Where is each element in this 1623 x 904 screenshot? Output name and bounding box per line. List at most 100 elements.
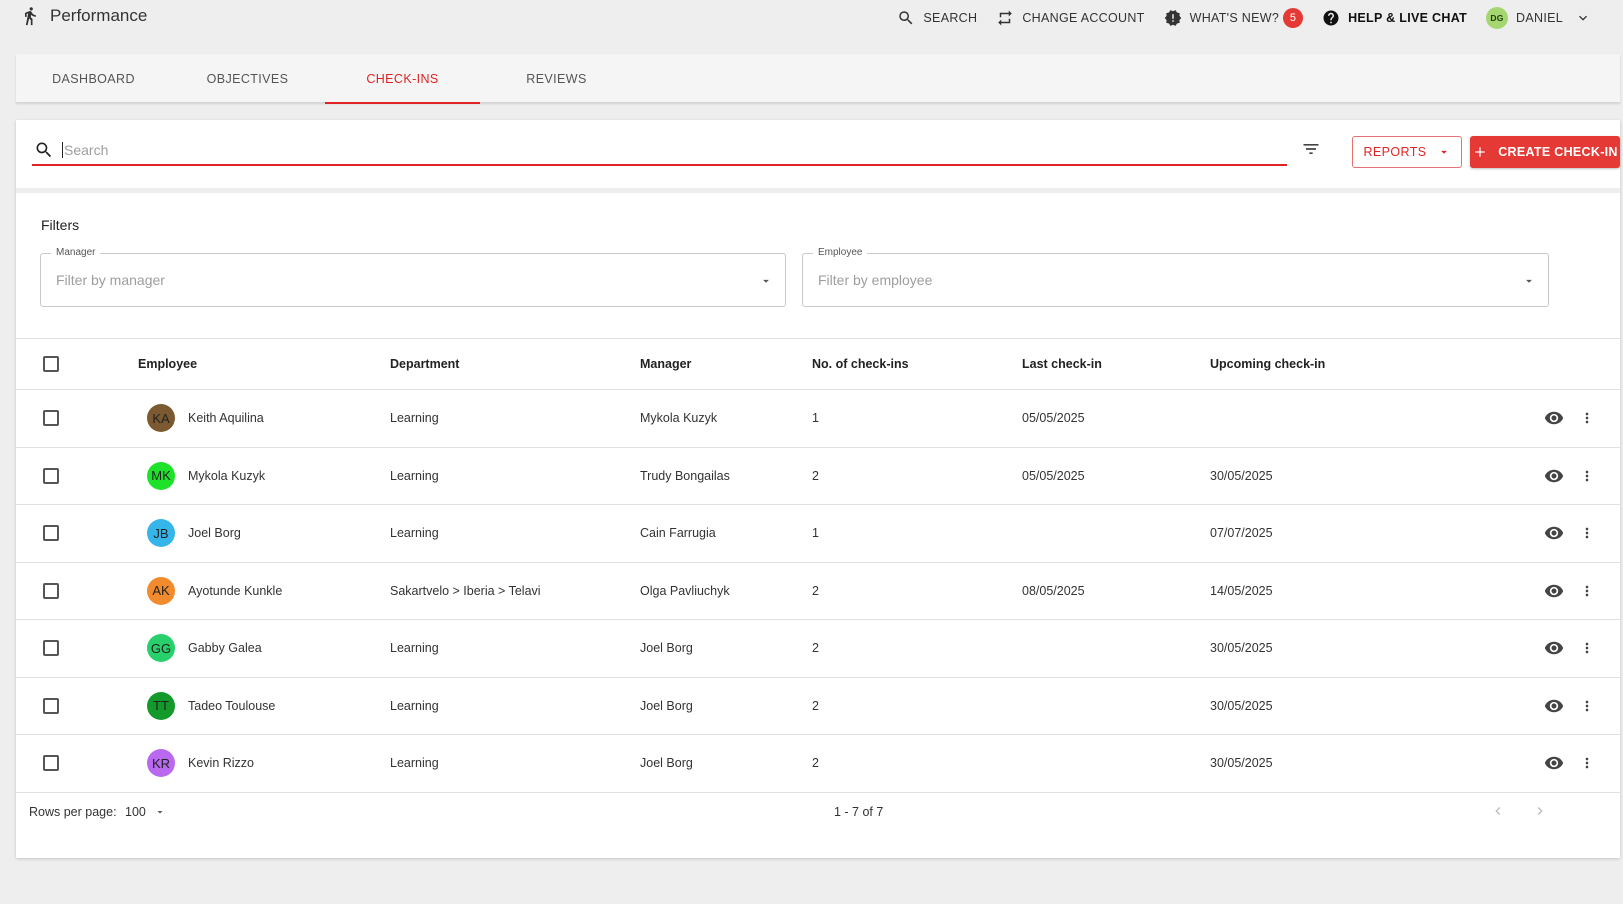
department-cell: Learning <box>390 641 439 656</box>
user-name: DANIEL <box>1516 11 1563 25</box>
table-row[interactable]: MK Mykola Kuzyk Learning Trudy Bongailas 2 05… <box>16 448 1620 505</box>
check-ins-table: Employee Department Manager No. of check… <box>16 338 1620 793</box>
table-row[interactable]: TT Tadeo Toulouse Learning Joel Borg 2 30/05/… <box>16 678 1620 735</box>
previous-page-button[interactable] <box>1488 801 1508 821</box>
search-input[interactable] <box>62 141 1262 158</box>
app-title-text: Performance <box>50 6 148 25</box>
employee-avatar: TT <box>147 691 175 720</box>
upcoming-check-in-cell: 30/05/2025 <box>1210 756 1273 771</box>
help-live-chat-button[interactable]: HELP & LIVE CHAT <box>1322 9 1467 27</box>
help-icon <box>1323 10 1339 26</box>
top-search-button[interactable]: SEARCH <box>897 9 977 27</box>
tab-check-ins[interactable]: CHECK-INS <box>325 54 480 104</box>
more-actions-button[interactable] <box>1578 580 1596 602</box>
user-avatar: DG <box>1486 7 1509 29</box>
row-checkbox[interactable] <box>43 525 59 542</box>
swap-arrows-icon <box>998 10 1013 26</box>
search-field <box>32 135 1287 166</box>
next-page-button[interactable] <box>1530 801 1550 821</box>
more-vertical-icon <box>1585 757 1589 769</box>
tab-dashboard[interactable]: DASHBOARD <box>16 54 171 103</box>
table-header-row: Employee Department Manager No. of check… <box>16 339 1620 390</box>
employee-name: Ayotunde Kunkle <box>188 583 283 598</box>
upcoming-check-in-cell: 07/07/2025 <box>1210 526 1273 541</box>
row-checkbox[interactable] <box>43 755 59 772</box>
column-header-last-check-in[interactable]: Last check-in <box>1022 357 1102 371</box>
table-body: KA Keith Aquilina Learning Mykola Kuzyk 1 05/… <box>16 390 1620 793</box>
row-checkbox[interactable] <box>43 410 59 427</box>
row-checkbox[interactable] <box>43 697 59 714</box>
employee-name: Mykola Kuzyk <box>188 468 266 483</box>
pagination-range: 1 - 7 of 7 <box>834 805 884 819</box>
top-app-bar: Performance SEARCH CHANGE ACCOUNT WHAT'S… <box>0 0 1623 38</box>
column-header-manager[interactable]: Manager <box>640 357 691 371</box>
employee-filter-placeholder: Filter by employee <box>818 272 933 288</box>
app-title[interactable]: Performance <box>20 6 147 26</box>
eye-icon <box>1544 469 1564 482</box>
department-cell: Sakartvelo > Iberia > Telavi <box>390 583 541 598</box>
table-row[interactable]: AK Ayotunde Kunkle Sakartvelo > Iberia > T… <box>16 563 1620 620</box>
rows-per-page-select[interactable]: 100 <box>125 805 166 819</box>
chevron-right-icon <box>1537 807 1543 815</box>
employee-name: Gabby Galea <box>188 641 262 656</box>
more-actions-button[interactable] <box>1578 637 1596 659</box>
caret-down-icon <box>1440 150 1447 154</box>
column-header-upcoming-check-in[interactable]: Upcoming check-in <box>1210 357 1325 371</box>
row-checkbox[interactable] <box>43 640 59 657</box>
select-all-checkbox[interactable] <box>43 356 59 372</box>
view-button[interactable] <box>1543 695 1565 717</box>
row-checkbox[interactable] <box>43 582 59 599</box>
manager-filter-select[interactable]: Manager Filter by manager <box>40 247 786 307</box>
employee-avatar: MK <box>147 461 175 490</box>
employee-filter-select[interactable]: Employee Filter by employee <box>802 247 1549 307</box>
whats-new-button[interactable]: WHAT'S NEW? 5 <box>1164 8 1304 28</box>
more-actions-button[interactable] <box>1578 465 1596 487</box>
more-actions-button[interactable] <box>1578 407 1596 429</box>
table-row[interactable]: KA Keith Aquilina Learning Mykola Kuzyk 1 05/… <box>16 390 1620 448</box>
eye-icon <box>1544 584 1564 597</box>
row-checkbox[interactable] <box>43 467 59 484</box>
table-row[interactable]: KR Kevin Rizzo Learning Joel Borg 2 30/05/202… <box>16 735 1620 793</box>
change-account-button[interactable]: CHANGE ACCOUNT <box>996 9 1144 27</box>
manager-filter-placeholder: Filter by manager <box>56 272 165 288</box>
eye-icon <box>1544 699 1564 712</box>
view-button[interactable] <box>1543 580 1565 602</box>
more-actions-button[interactable] <box>1578 695 1596 717</box>
column-header-department[interactable]: Department <box>390 357 459 371</box>
view-button[interactable] <box>1543 465 1565 487</box>
department-cell: Learning <box>390 526 439 541</box>
view-button[interactable] <box>1543 752 1565 774</box>
employee-name: Tadeo Toulouse <box>188 698 276 713</box>
caret-down-icon <box>1526 279 1532 283</box>
user-menu[interactable]: DG DANIEL <box>1486 7 1591 29</box>
tab-reviews[interactable]: REVIEWS <box>479 54 634 103</box>
more-actions-button[interactable] <box>1578 752 1596 774</box>
rows-per-page-label: Rows per page: <box>29 805 117 819</box>
filter-button[interactable] <box>1298 136 1324 162</box>
top-actions: SEARCH CHANGE ACCOUNT WHAT'S NEW? 5 HELP… <box>878 7 1591 29</box>
department-cell: Learning <box>390 756 439 771</box>
table-row[interactable]: JB Joel Borg Learning Cain Farrugia 1 07/07/2… <box>16 505 1620 563</box>
search-icon <box>36 142 52 157</box>
more-vertical-icon <box>1585 412 1589 424</box>
manager-cell: Joel Borg <box>640 698 693 713</box>
view-button[interactable] <box>1543 522 1565 544</box>
manager-filter-label: Manager <box>51 247 101 258</box>
employee-avatar: KR <box>147 749 175 778</box>
department-cell: Learning <box>390 411 439 426</box>
table-row[interactable]: GG Gabby Galea Learning Joel Borg 2 30/05/202… <box>16 620 1620 678</box>
column-header-employee[interactable]: Employee <box>138 357 197 371</box>
employee-avatar: JB <box>147 519 175 548</box>
check-ins-count-cell: 2 <box>812 641 819 656</box>
running-person-icon <box>25 7 36 26</box>
search-icon <box>899 11 913 25</box>
view-button[interactable] <box>1543 637 1565 659</box>
create-check-in-button[interactable]: CREATE CHECK-IN <box>1470 136 1620 168</box>
column-header-check-ins[interactable]: No. of check-ins <box>812 357 909 371</box>
tab-objectives[interactable]: OBJECTIVES <box>170 54 325 103</box>
whats-new-label: WHAT'S NEW? <box>1189 11 1280 25</box>
view-button[interactable] <box>1543 407 1565 429</box>
reports-button[interactable]: REPORTS <box>1352 136 1462 168</box>
more-actions-button[interactable] <box>1578 522 1596 544</box>
employee-name: Keith Aquilina <box>188 411 264 426</box>
